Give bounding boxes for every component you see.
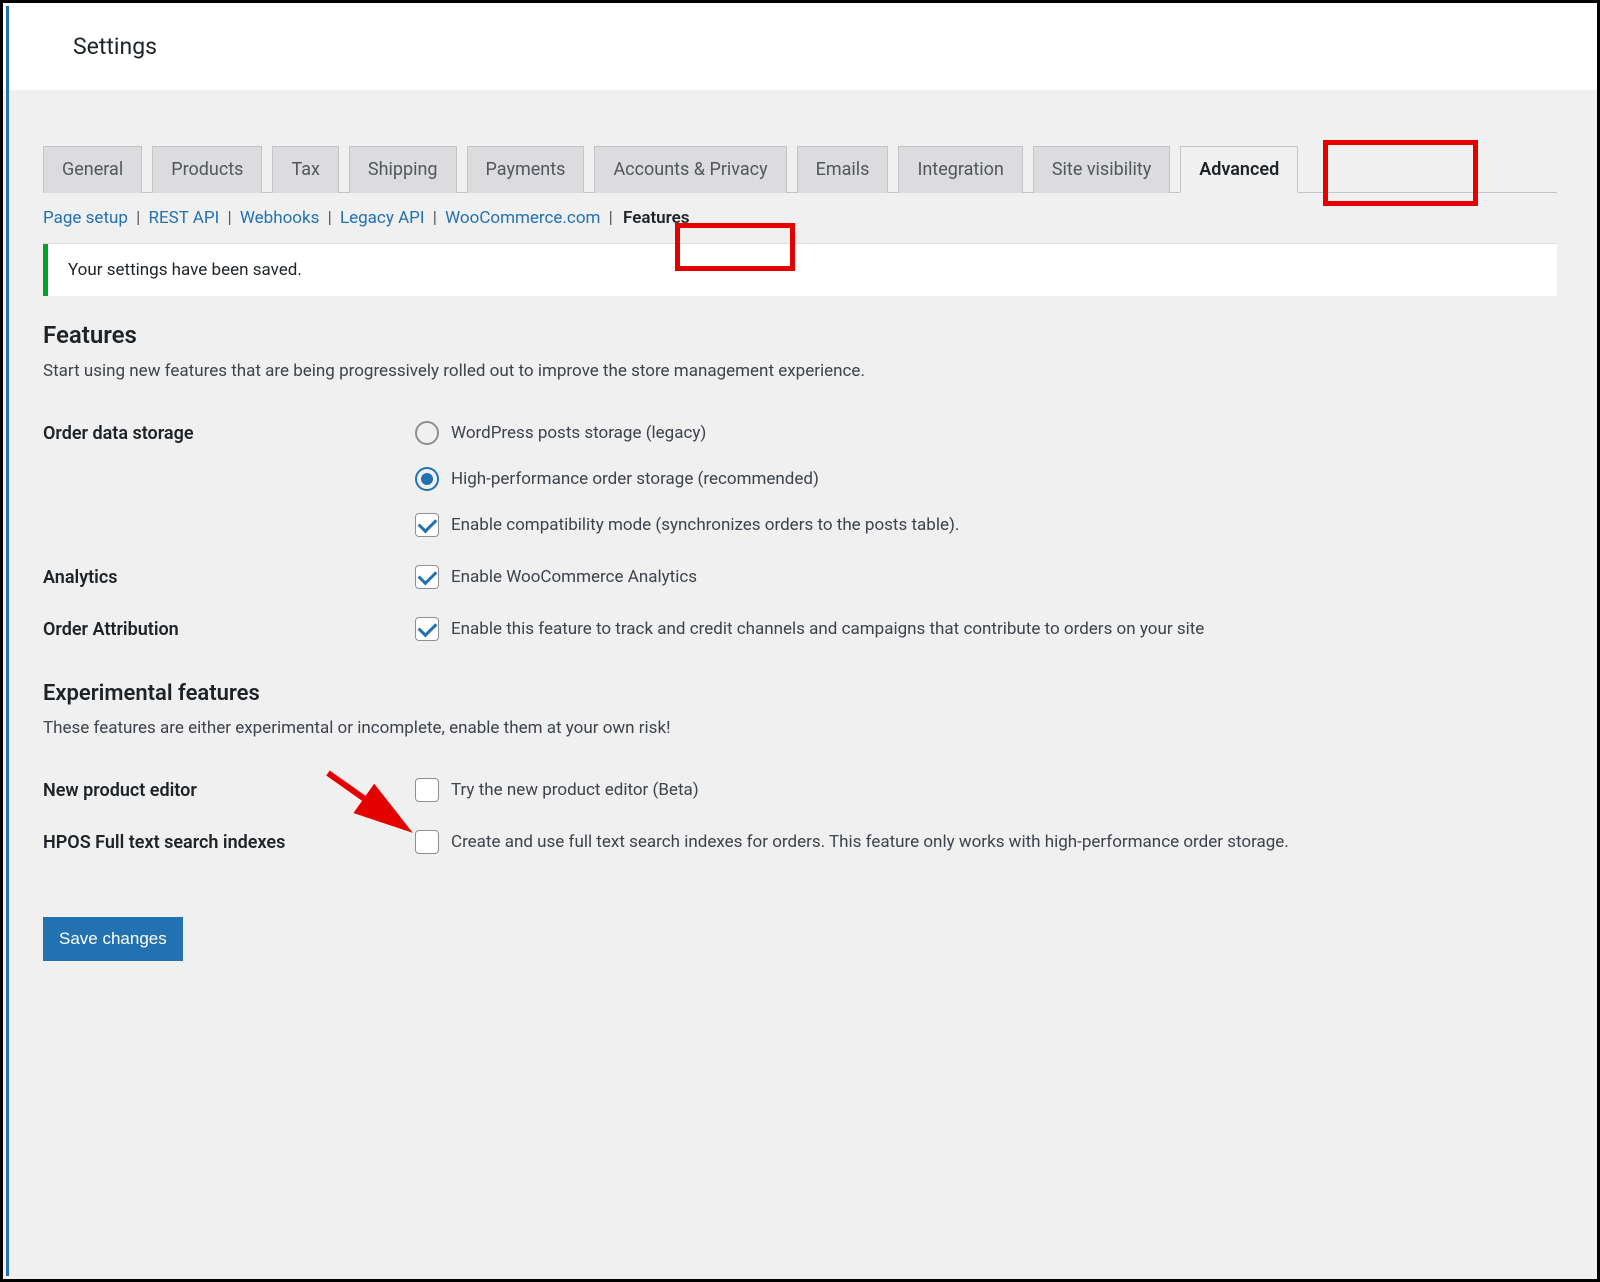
checkbox-new-product-editor-label: Try the new product editor (Beta) xyxy=(451,780,699,800)
row-new-product-editor: New product editor Try the new product e… xyxy=(43,778,1557,802)
checkbox-compat-mode[interactable] xyxy=(415,513,439,537)
subtab-features[interactable]: Features xyxy=(621,208,692,228)
tab-general[interactable]: General xyxy=(43,146,142,193)
notice-text: Your settings have been saved. xyxy=(68,260,302,280)
tab-advanced[interactable]: Advanced xyxy=(1180,146,1298,193)
label-order-data-storage: Order data storage xyxy=(43,421,415,444)
tab-products[interactable]: Products xyxy=(152,146,262,193)
radio-hpos-storage-label: High-performance order storage (recommen… xyxy=(451,469,819,489)
checkbox-analytics-label: Enable WooCommerce Analytics xyxy=(451,567,697,587)
subtab-legacy-api[interactable]: Legacy API xyxy=(340,208,425,228)
subtab-page-setup[interactable]: Page setup xyxy=(43,208,128,228)
checkbox-order-attribution-label: Enable this feature to track and credit … xyxy=(451,619,1204,639)
notice-saved: Your settings have been saved. xyxy=(43,244,1557,296)
features-desc: Start using new features that are being … xyxy=(43,361,1557,381)
checkbox-hpos-fts[interactable] xyxy=(415,830,439,854)
features-heading: Features xyxy=(43,321,1557,349)
advanced-subtabs: Page setup | REST API | Webhooks | Legac… xyxy=(43,193,1557,244)
separator: | xyxy=(328,208,332,228)
save-changes-button[interactable]: Save changes xyxy=(43,917,183,961)
left-accent-bar xyxy=(6,6,9,1276)
page-title: Settings xyxy=(73,33,1557,60)
row-hpos-fts: HPOS Full text search indexes Create and… xyxy=(43,830,1557,854)
label-analytics: Analytics xyxy=(43,565,415,588)
label-order-attribution: Order Attribution xyxy=(43,617,415,640)
checkbox-hpos-fts-label: Create and use full text search indexes … xyxy=(451,832,1289,852)
radio-hpos-storage[interactable] xyxy=(415,467,439,491)
separator: | xyxy=(136,208,140,228)
tab-emails[interactable]: Emails xyxy=(797,146,889,193)
row-order-data-storage: Order data storage WordPress posts stora… xyxy=(43,421,1557,537)
subtab-woocommerce-com[interactable]: WooCommerce.com xyxy=(445,208,600,228)
label-hpos-fts: HPOS Full text search indexes xyxy=(43,830,415,853)
tab-shipping[interactable]: Shipping xyxy=(349,146,457,193)
checkbox-analytics[interactable] xyxy=(415,565,439,589)
page-header: Settings xyxy=(3,3,1597,90)
checkbox-order-attribution[interactable] xyxy=(415,617,439,641)
label-new-product-editor: New product editor xyxy=(43,778,415,801)
radio-legacy-storage-label: WordPress posts storage (legacy) xyxy=(451,423,706,443)
settings-tabs: General Products Tax Shipping Payments A… xyxy=(43,90,1557,193)
subtab-webhooks[interactable]: Webhooks xyxy=(240,208,320,228)
subtab-rest-api[interactable]: REST API xyxy=(149,208,220,228)
row-order-attribution: Order Attribution Enable this feature to… xyxy=(43,617,1557,641)
tab-tax[interactable]: Tax xyxy=(272,146,338,193)
row-analytics: Analytics Enable WooCommerce Analytics xyxy=(43,565,1557,589)
tab-site-visibility[interactable]: Site visibility xyxy=(1033,146,1170,193)
experimental-desc: These features are either experimental o… xyxy=(43,718,1557,738)
tab-payments[interactable]: Payments xyxy=(467,146,585,193)
checkbox-compat-mode-label: Enable compatibility mode (synchronizes … xyxy=(451,515,959,535)
separator: | xyxy=(609,208,613,228)
experimental-heading: Experimental features xyxy=(43,681,1557,706)
radio-legacy-storage[interactable] xyxy=(415,421,439,445)
tab-accounts-privacy[interactable]: Accounts & Privacy xyxy=(594,146,786,193)
separator: | xyxy=(227,208,231,228)
checkbox-new-product-editor[interactable] xyxy=(415,778,439,802)
separator: | xyxy=(433,208,437,228)
tab-integration[interactable]: Integration xyxy=(898,146,1022,193)
